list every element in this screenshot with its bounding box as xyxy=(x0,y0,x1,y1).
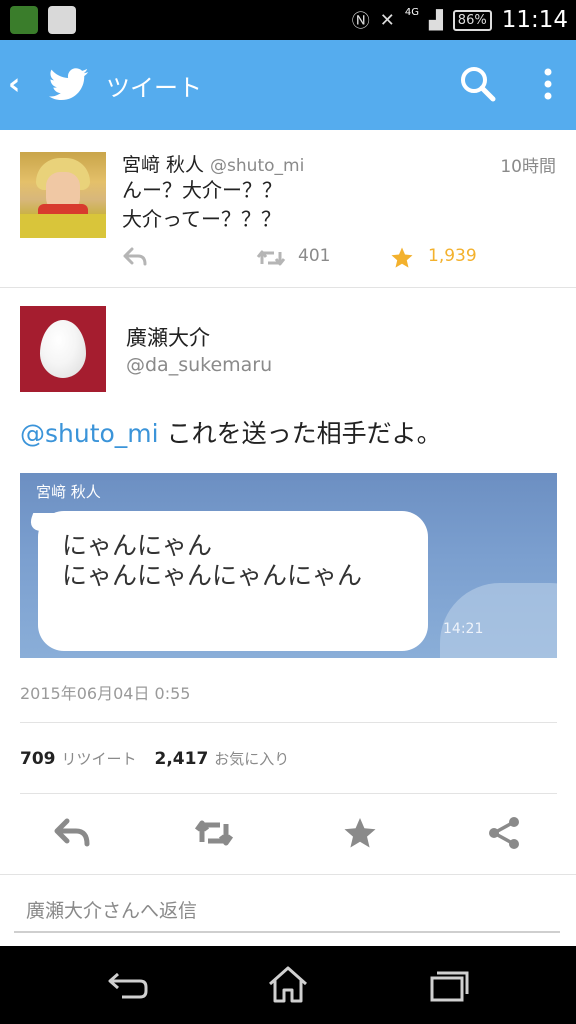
attached-image[interactable]: 宮﨑 秋人 にゃんにゃん にゃんにゃんにゃんにゃん 14:21 xyxy=(20,473,557,658)
tweet-author: 宮﨑 秋人 @shuto_mi xyxy=(122,150,304,177)
avatar[interactable] xyxy=(20,152,106,238)
author-handle: @shuto_mi xyxy=(210,156,305,176)
battery-indicator: 86% xyxy=(452,9,492,31)
tweet-text: @shuto_mi これを送った相手だよ。 xyxy=(20,414,442,450)
share-icon[interactable] xyxy=(484,816,524,850)
tweet-action-bar xyxy=(0,808,576,858)
image-message-time: 14:21 xyxy=(443,621,484,637)
signal-icon: ▟ xyxy=(428,9,443,31)
tweet-date: 2015年06月04日 0:55 xyxy=(20,684,191,703)
tweet-text: んー？大介ー？？ 大介ってー？？？ xyxy=(122,178,282,231)
tweet-actions: 401 1,939 xyxy=(122,244,562,272)
app-notification-icon xyxy=(10,6,38,34)
tweet-body: これを送った相手だよ。 xyxy=(158,419,442,448)
back-icon[interactable]: ‹ xyxy=(8,68,34,102)
star-icon[interactable] xyxy=(390,246,414,270)
reply-icon[interactable] xyxy=(52,816,92,850)
status-indicators: Ⓝ ✕ 4G ▟ 86% 11:14 xyxy=(352,0,568,40)
nav-back-icon[interactable] xyxy=(106,964,150,1004)
image-sender-name: 宮﨑 秋人 xyxy=(36,483,101,501)
divider xyxy=(20,793,557,794)
nav-recent-icon[interactable] xyxy=(426,964,470,1004)
more-icon[interactable] xyxy=(536,66,560,106)
retweet-icon[interactable] xyxy=(256,248,286,268)
nav-home-icon[interactable] xyxy=(266,964,310,1004)
mention-link[interactable]: @shuto_mi xyxy=(20,419,159,448)
navigation-bar xyxy=(0,946,576,1024)
notification-icons xyxy=(10,6,76,34)
author-name: 宮﨑 秋人 xyxy=(122,154,205,176)
tweet-time: 10時間 xyxy=(500,157,556,177)
author-name[interactable]: 廣瀬大介 xyxy=(126,322,210,352)
favorite-label[interactable]: お気に入り xyxy=(214,750,289,768)
favorite-count: 1,939 xyxy=(428,246,477,266)
clock: 11:14 xyxy=(501,7,568,33)
retweet-count: 401 xyxy=(298,246,331,266)
main-tweet: 廣瀬大介 @da_sukemaru @shuto_mi これを送った相手だよ。 … xyxy=(0,288,576,874)
gallery-notification-icon xyxy=(48,6,76,34)
retweet-icon[interactable] xyxy=(194,816,234,850)
page-title: ツイート xyxy=(106,74,202,102)
reply-box xyxy=(0,874,576,946)
avatar-coat xyxy=(20,214,106,238)
twitter-bird-icon xyxy=(48,68,89,101)
app-bar: ‹ ツイート xyxy=(0,40,576,130)
tweet-stats: 709 リツイート 2,417 お気に入り xyxy=(20,748,307,769)
reply-input[interactable] xyxy=(14,891,560,933)
mute-icon: ✕ xyxy=(379,9,395,31)
star-icon[interactable] xyxy=(340,816,380,850)
replied-tweet[interactable]: 宮﨑 秋人 @shuto_mi 10時間 んー？大介ー？？ 大介ってー？？？ 40… xyxy=(0,130,576,288)
retweet-label[interactable]: リツイート xyxy=(62,750,137,768)
author-handle: @da_sukemaru xyxy=(126,354,273,376)
retweet-count[interactable]: 709 xyxy=(20,749,56,769)
avatar[interactable] xyxy=(20,306,106,392)
favorite-count[interactable]: 2,417 xyxy=(155,749,209,769)
network-type: 4G xyxy=(404,6,419,18)
nfc-icon: Ⓝ xyxy=(351,11,370,32)
search-icon[interactable] xyxy=(458,64,498,104)
status-bar: Ⓝ ✕ 4G ▟ 86% 11:14 xyxy=(0,0,576,40)
reply-icon[interactable] xyxy=(122,246,148,268)
chat-bubble-text: にゃんにゃん にゃんにゃんにゃんにゃん xyxy=(62,531,363,590)
divider xyxy=(20,722,557,723)
egg-avatar-icon xyxy=(40,320,86,378)
